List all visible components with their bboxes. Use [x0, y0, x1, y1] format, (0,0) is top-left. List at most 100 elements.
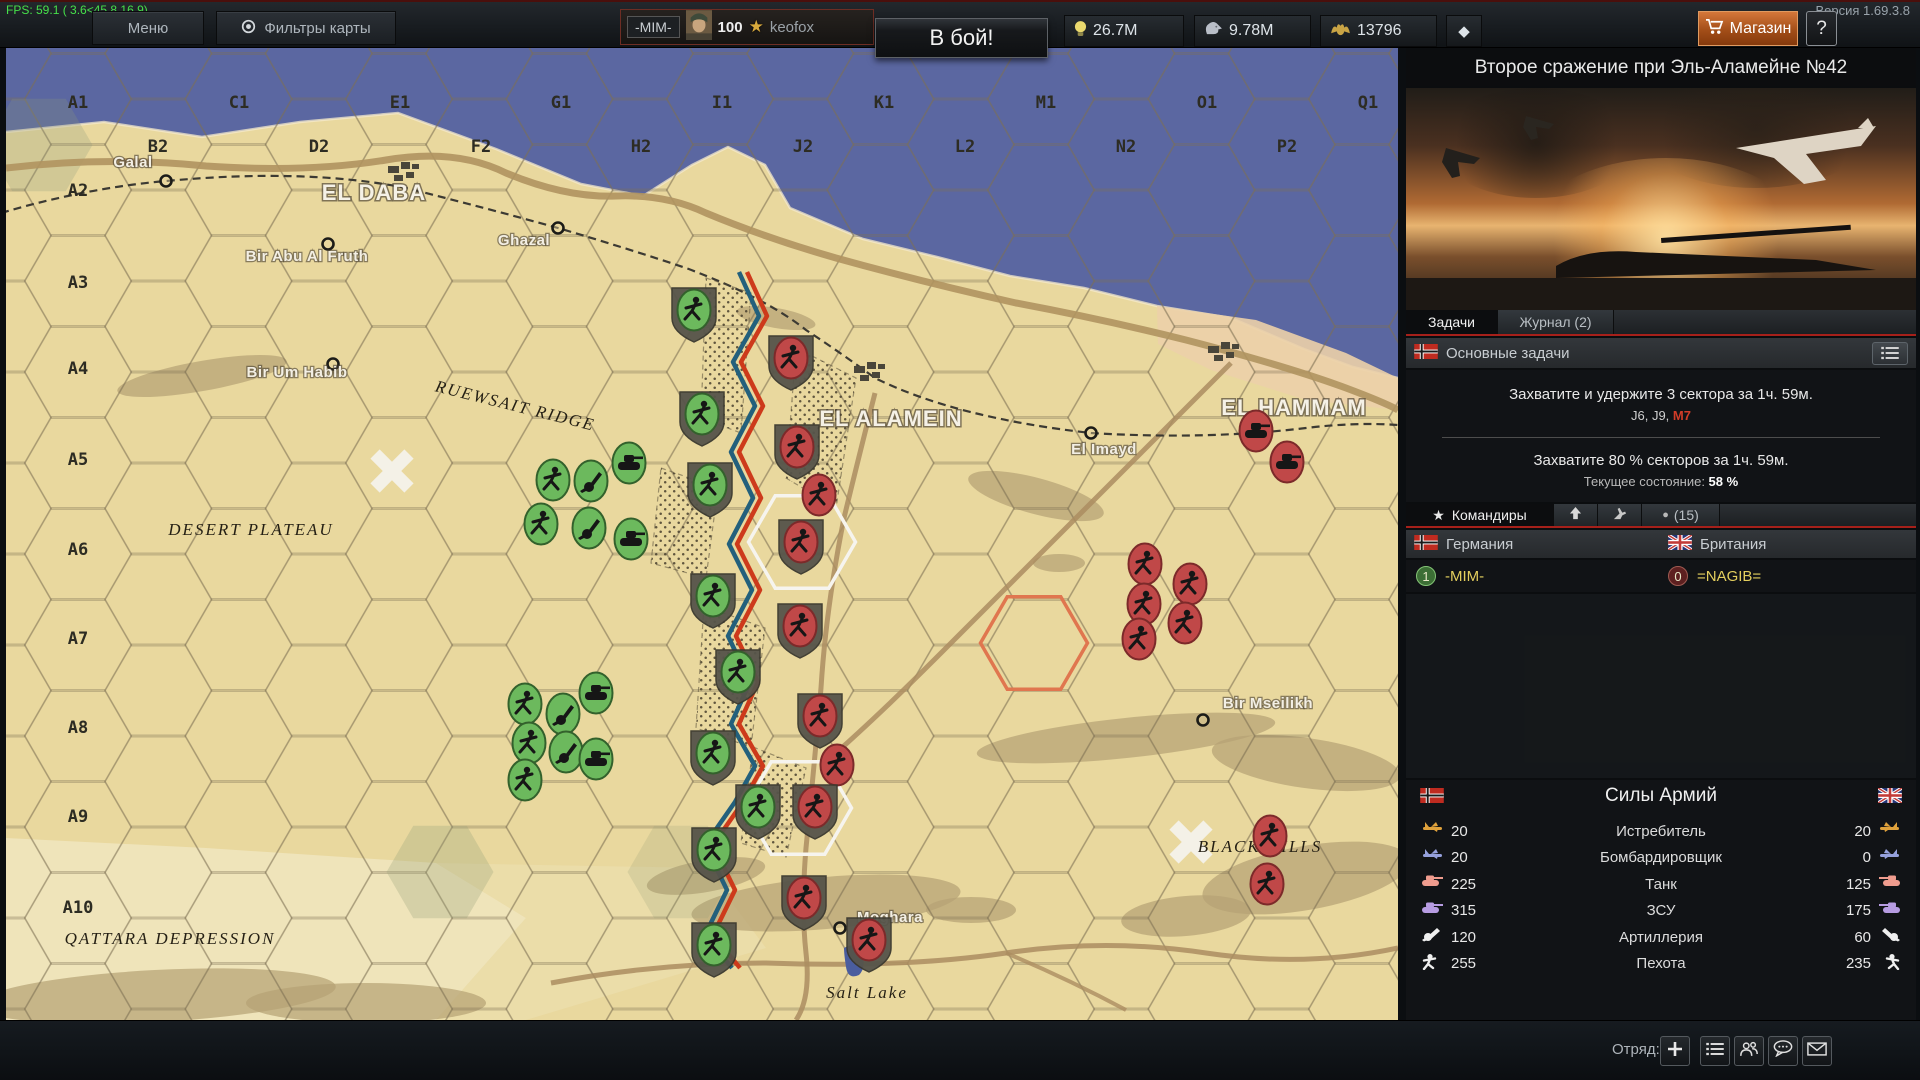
battle-image-art [1406, 88, 1916, 310]
to-battle-button[interactable]: В бой! [875, 18, 1048, 58]
plane-icon [1878, 821, 1900, 841]
commanders-tab-row: ★ Командиры ● (15) [1406, 504, 1916, 528]
forces-row-inf-5: 255Пехота235 [1406, 951, 1916, 977]
to-battle-label: В бой! [929, 25, 993, 51]
shop-label: Магазин [1730, 20, 1792, 38]
map-filters-label: Фильтры карты [264, 20, 370, 37]
resource-silver-lion[interactable]: 9.78M [1194, 15, 1311, 47]
contacts-button[interactable] [1734, 1036, 1764, 1066]
reserves-count: (15) [1674, 507, 1699, 523]
svg-text:J2: J2 [793, 137, 813, 157]
resource-golden-eagle[interactable]: 13796 [1320, 15, 1437, 47]
forces-row-tank-2: 225Танк125 [1406, 871, 1916, 897]
task-sector-list: J6, J9, M7 [1406, 408, 1916, 423]
map-unit-green-art[interactable] [550, 732, 583, 773]
forces-row-tank-3: 315ЗСУ175 [1406, 898, 1916, 924]
list-icon [1706, 1042, 1724, 1061]
map-unit-green-tank[interactable] [613, 443, 646, 484]
svg-text:Ghazal: Ghazal [498, 232, 550, 249]
map-unit-red-inf[interactable] [803, 475, 836, 516]
map-unit-green-inf[interactable] [509, 684, 542, 725]
forces-left-value: 225 [1451, 876, 1476, 893]
tasks-body: Захватите и удержите 3 сектора за 1ч. 59… [1406, 370, 1916, 502]
tab-journal-label: Журнал (2) [1519, 314, 1591, 330]
country-britain: Британия [1700, 536, 1766, 553]
commander-right[interactable]: 0 =NAGIB= [1668, 566, 1761, 586]
country-germany: Германия [1446, 536, 1513, 553]
tasks-tab-row: Задачи Журнал (2) [1406, 310, 1916, 336]
countries-header: Германия Британия [1406, 530, 1916, 558]
map-unit-green-inf[interactable] [509, 760, 542, 801]
map-unit-green-tank[interactable] [580, 673, 613, 714]
tab-tasks[interactable]: Задачи [1406, 310, 1498, 334]
commanders-row: 1 -MIM- 0 =NAGIB= [1406, 560, 1916, 592]
map-unit-green-art[interactable] [575, 461, 608, 502]
deck-button[interactable]: ◆ [1446, 15, 1482, 47]
inf-icon [1878, 954, 1900, 974]
map-unit-green-art[interactable] [547, 694, 580, 735]
tab-ground-units[interactable] [1554, 504, 1598, 526]
map-unit-red-inf[interactable] [1174, 564, 1207, 605]
map-unit-red-inf[interactable] [1251, 864, 1284, 905]
svg-text:Salt Lake: Salt Lake [826, 983, 908, 1002]
map-unit-red-inf[interactable] [1123, 619, 1156, 660]
map-unit-red-inf[interactable] [821, 745, 854, 786]
svg-text:QATTARA DEPRESSION: QATTARA DEPRESSION [65, 929, 276, 948]
forces-left-value: 255 [1451, 955, 1476, 972]
tank-icon [1878, 874, 1900, 894]
circle-icon: ● [1662, 509, 1669, 521]
svg-text:K1: K1 [874, 93, 894, 113]
map-unit-green-tank[interactable] [580, 739, 613, 780]
map-unit-green-inf[interactable] [525, 504, 558, 545]
commander-left[interactable]: 1 -MIM- [1416, 566, 1484, 586]
mail-button[interactable] [1802, 1036, 1832, 1066]
map-unit-green-art[interactable] [573, 508, 606, 549]
task-list-button[interactable] [1872, 342, 1908, 365]
battle-title: Второе сражение при Эль-Аламейне №42 [1406, 50, 1916, 86]
help-button[interactable]: ? [1806, 11, 1837, 46]
task-current-state: Текущее состояние: 58 % [1406, 474, 1916, 489]
shop-button[interactable]: Магазин [1698, 11, 1798, 46]
resource-bulb[interactable]: 26.7M [1064, 15, 1184, 47]
tab-row-filler [1720, 504, 1916, 526]
plane-icon [1612, 506, 1627, 524]
forces-header: Силы Армий [1406, 780, 1916, 812]
svg-text:I1: I1 [712, 93, 732, 113]
map-unit-green-inf[interactable] [513, 723, 546, 764]
svg-text:H2: H2 [631, 137, 651, 157]
task-status-label: Текущее состояние: [1584, 474, 1709, 489]
svg-text:Bir Um Habib: Bir Um Habib [246, 364, 347, 381]
map-unit-green-inf[interactable] [537, 460, 570, 501]
map-svg[interactable]: RUEWSAIT RIDGEDESERT PLATEAUQATTARA DEPR… [6, 48, 1398, 1020]
map-unit-red-tank[interactable] [1240, 411, 1273, 452]
tab-reserves[interactable]: ● (15) [1642, 504, 1720, 526]
forces-label: Пехота [1526, 955, 1796, 972]
svg-text:A8: A8 [68, 718, 88, 738]
map-unit-red-inf[interactable] [1254, 816, 1287, 857]
map-unit-red-inf[interactable] [1169, 603, 1202, 644]
tab-commanders[interactable]: ★ Командиры [1406, 504, 1554, 526]
svg-text:M1: M1 [1036, 93, 1056, 113]
tab-tasks-label: Задачи [1428, 314, 1475, 330]
map-unit-green-tank[interactable] [615, 519, 648, 560]
squad-list-button[interactable] [1700, 1036, 1730, 1066]
task-divider [1442, 437, 1881, 438]
player-info[interactable]: -MIM- 100 ★ keofox [620, 9, 874, 45]
tab-air-units[interactable] [1598, 504, 1642, 526]
task-status-value: 58 % [1709, 474, 1739, 489]
menu-button[interactable]: Меню [92, 11, 204, 45]
squad-create-button[interactable] [1660, 1036, 1690, 1066]
tab-journal[interactable]: Журнал (2) [1498, 310, 1614, 334]
golden-eagle-icon [1330, 21, 1351, 41]
strategic-map[interactable]: RUEWSAIT RIDGEDESERT PLATEAUQATTARA DEPR… [6, 48, 1398, 1020]
mail-icon [1807, 1042, 1827, 1061]
forces-label: Артиллерия [1526, 929, 1796, 946]
map-unit-red-tank[interactable] [1271, 442, 1304, 483]
chat-button[interactable] [1768, 1036, 1798, 1066]
clan-tag: -MIM- [627, 16, 680, 38]
map-filters-button[interactable]: Фильтры карты [216, 11, 396, 45]
map-unit-red-inf[interactable] [1129, 544, 1162, 585]
svg-text:Q1: Q1 [1358, 93, 1378, 113]
top-bar: FPS: 59.1 ( 3.6<45.8 16.9) Версия 1.69.3… [0, 0, 1920, 48]
squad-label: Отряд: [1612, 1041, 1660, 1058]
